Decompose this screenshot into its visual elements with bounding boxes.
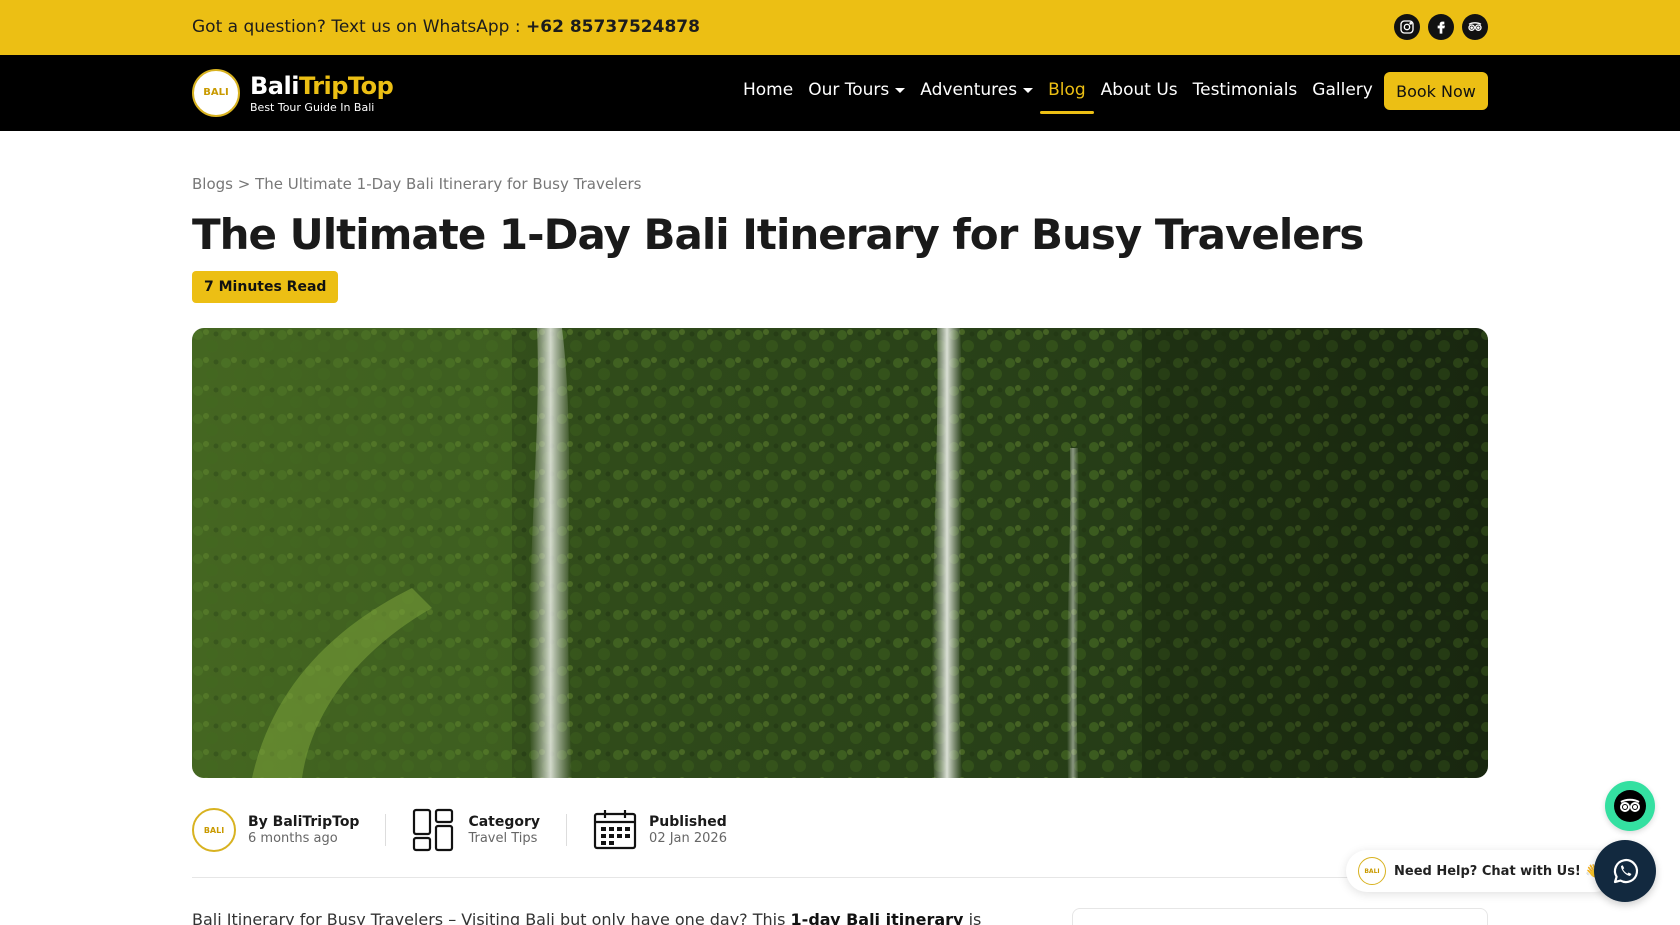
facebook-icon[interactable] — [1428, 14, 1454, 40]
book-now-button[interactable]: Book Now — [1384, 72, 1488, 110]
logo-badge-text: BALI — [203, 87, 229, 98]
nav-home-label: Home — [743, 80, 794, 100]
author-name: By BaliTripTop — [248, 814, 360, 830]
brand-name-part1: Bali — [250, 72, 299, 100]
author-time: 6 months ago — [248, 831, 338, 846]
whatsapp-phone-link[interactable]: +62 85737524878 — [526, 17, 700, 37]
calendar-icon — [593, 808, 637, 852]
published-date: 02 Jan 2026 — [649, 831, 727, 846]
logo-badge: BALI — [192, 69, 240, 117]
content-divider — [192, 877, 1488, 878]
breadcrumb-separator: > — [237, 175, 251, 193]
article-intro-bold: 1-day Bali itinerary — [790, 910, 964, 925]
nav-home[interactable]: Home — [743, 80, 793, 100]
social-links — [1394, 14, 1488, 40]
whatsapp-icon — [1613, 858, 1639, 884]
logo-text: BaliTripTop Best Tour Guide In Bali — [250, 72, 394, 114]
category-value[interactable]: Travel Tips — [468, 831, 540, 846]
whatsapp-floating-button[interactable] — [1594, 840, 1656, 902]
nav-gallery-label: Gallery — [1312, 80, 1373, 100]
main-navbar: BALI BaliTripTop Best Tour Guide In Bali… — [0, 55, 1680, 131]
sidebar-card — [1072, 908, 1488, 925]
nav-testimonials[interactable]: Testimonials — [1193, 80, 1298, 100]
breadcrumb-blogs-link[interactable]: Blogs — [192, 175, 233, 193]
nav-adventures-label: Adventures — [920, 80, 1018, 100]
nav-blog[interactable]: Blog — [1040, 80, 1094, 114]
nav-testimonials-label: Testimonials — [1192, 80, 1298, 100]
meta-divider — [566, 814, 568, 846]
category-icon — [412, 808, 456, 852]
nav-our-tours-label: Our Tours — [808, 80, 890, 100]
nav-about-us-label: About Us — [1100, 80, 1178, 100]
brand-name-part2: TripTop — [298, 72, 394, 100]
hero-image-waterfall — [192, 328, 1488, 778]
brand-name: BaliTripTop — [250, 72, 394, 100]
nav-our-tours[interactable]: Our Tours — [808, 80, 906, 100]
chat-help-bubble[interactable]: BALI Need Help? Chat with Us! 👋 — [1346, 850, 1616, 892]
published-label: Published — [649, 814, 727, 830]
page-title: The Ultimate 1-Day Bali Itinerary for Bu… — [192, 210, 1364, 259]
instagram-icon[interactable] — [1394, 14, 1420, 40]
article-intro-text: Bali Itinerary for Busy Travelers – Visi… — [192, 910, 791, 925]
whatsapp-prefix: Got a question? Text us on WhatsApp : — [192, 17, 521, 37]
top-announcement-bar: Got a question? Text us on WhatsApp : +6… — [0, 0, 1680, 55]
nav-gallery[interactable]: Gallery — [1312, 80, 1373, 100]
meta-author: BALI By BaliTripTop 6 months ago — [192, 808, 359, 852]
article-intro: Bali Itinerary for Busy Travelers – Visi… — [192, 910, 1048, 925]
tripadvisor-icon — [1614, 790, 1646, 822]
nav-adventures[interactable]: Adventures — [920, 80, 1034, 100]
avatar: BALI — [192, 808, 236, 852]
category-label: Category — [468, 814, 541, 830]
meta-published: Published 02 Jan 2026 — [593, 808, 727, 852]
chevron-down-icon — [1023, 87, 1034, 93]
article-meta: BALI By BaliTripTop 6 months ago Categor… — [192, 808, 727, 852]
tripadvisor-floating-button[interactable] — [1605, 781, 1655, 831]
breadcrumb-current: The Ultimate 1-Day Bali Itinerary for Bu… — [255, 175, 642, 193]
avatar: BALI — [1358, 857, 1386, 885]
chat-help-text: Need Help? Chat with Us! 👋 — [1394, 863, 1602, 879]
chevron-down-icon — [895, 87, 906, 93]
site-logo[interactable]: BALI BaliTripTop Best Tour Guide In Bali — [192, 69, 394, 117]
nav-blog-label: Blog — [1048, 80, 1086, 100]
nav-about-us[interactable]: About Us — [1101, 80, 1178, 100]
meta-category: Category Travel Tips — [412, 808, 540, 852]
tripadvisor-icon[interactable] — [1462, 14, 1488, 40]
article-intro-text-end: is — [963, 910, 982, 925]
meta-divider — [385, 814, 387, 846]
brand-tagline: Best Tour Guide In Bali — [250, 101, 375, 114]
read-time-badge: 7 Minutes Read — [192, 271, 339, 303]
whatsapp-message: Got a question? Text us on WhatsApp : +6… — [192, 17, 700, 37]
nav-menu: Home Our Tours Adventures Blog About Us … — [743, 80, 1373, 114]
breadcrumb: Blogs > The Ultimate 1-Day Bali Itinerar… — [192, 175, 641, 193]
